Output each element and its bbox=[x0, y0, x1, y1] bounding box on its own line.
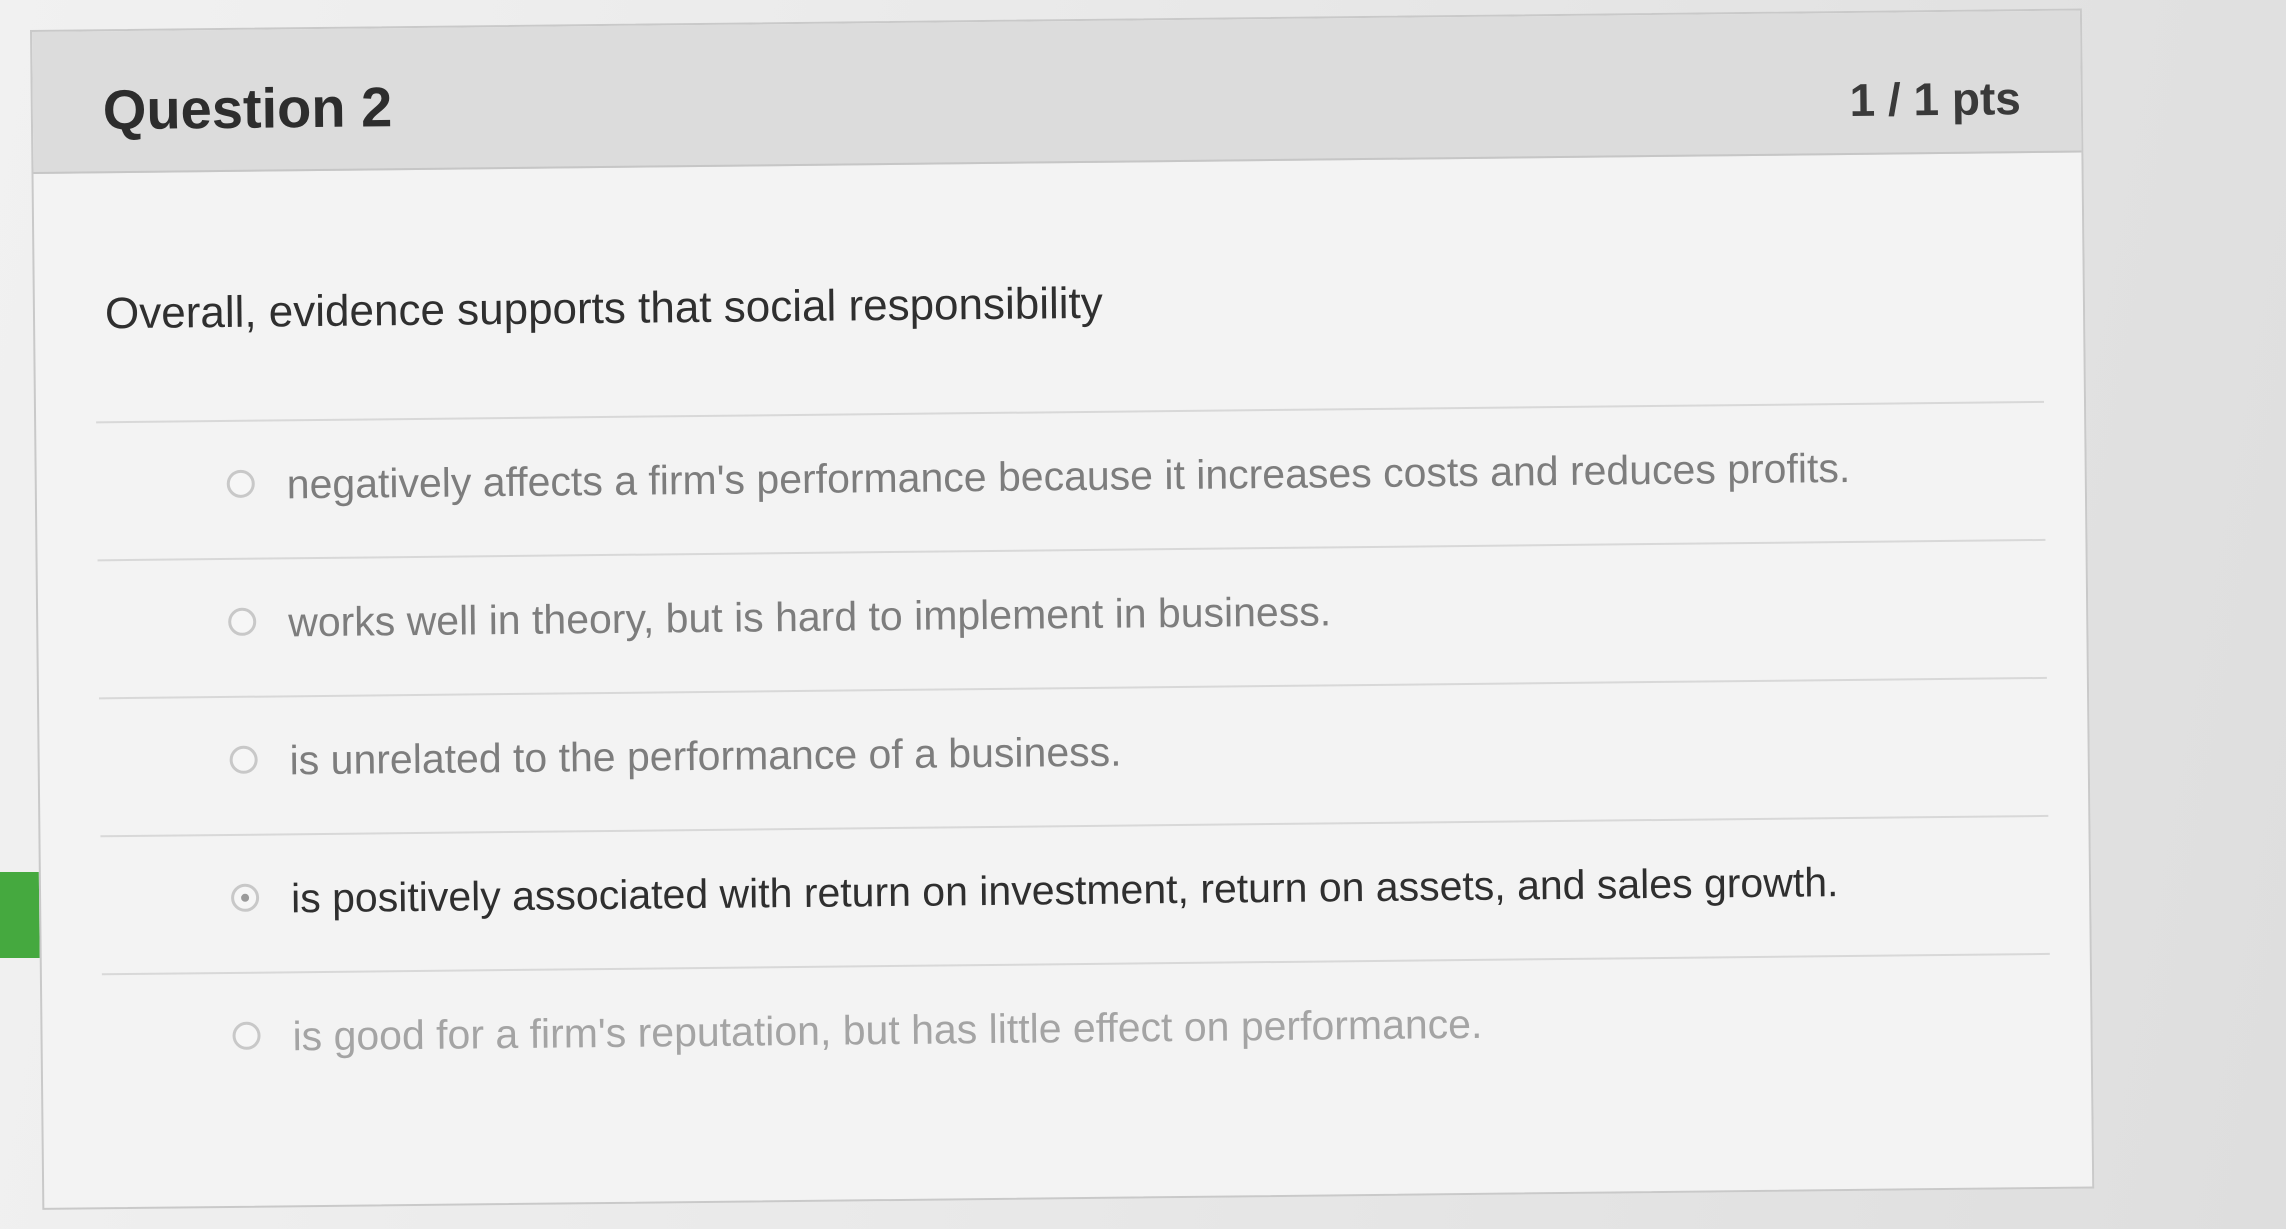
radio-button[interactable] bbox=[228, 607, 257, 636]
question-points: 1 / 1 pts bbox=[1849, 72, 2022, 126]
answer-option-3[interactable]: is unrelated to the performance of a bus… bbox=[98, 676, 2049, 836]
radio-button[interactable] bbox=[229, 745, 258, 774]
answer-label: is unrelated to the performance of a bus… bbox=[289, 728, 1122, 784]
answer-label: is good for a firm's reputation, but has… bbox=[292, 1000, 1483, 1060]
radio-button[interactable] bbox=[226, 469, 255, 498]
question-title: Question 2 bbox=[102, 75, 393, 142]
radio-button-selected[interactable] bbox=[230, 883, 260, 912]
answer-option-2[interactable]: works well in theory, but is hard to imp… bbox=[97, 538, 2047, 698]
answer-list: negatively affects a firm's performance … bbox=[96, 400, 2052, 1112]
answer-option-4[interactable]: is positively associated with return on … bbox=[100, 814, 2050, 974]
answer-option-5[interactable]: is good for a firm's reputation, but has… bbox=[101, 952, 2052, 1112]
answer-label: negatively affects a firm's performance … bbox=[286, 444, 1851, 508]
question-card: Question 2 1 / 1 pts Overall, evidence s… bbox=[30, 8, 2095, 1210]
question-header: Question 2 1 / 1 pts bbox=[32, 10, 2082, 174]
question-text: Overall, evidence supports that social r… bbox=[104, 278, 1104, 339]
answer-label: is positively associated with return on … bbox=[290, 859, 1839, 922]
answer-option-1[interactable]: negatively affects a firm's performance … bbox=[96, 400, 2046, 560]
radio-button[interactable] bbox=[232, 1021, 261, 1050]
answer-label: works well in theory, but is hard to imp… bbox=[287, 588, 1332, 646]
